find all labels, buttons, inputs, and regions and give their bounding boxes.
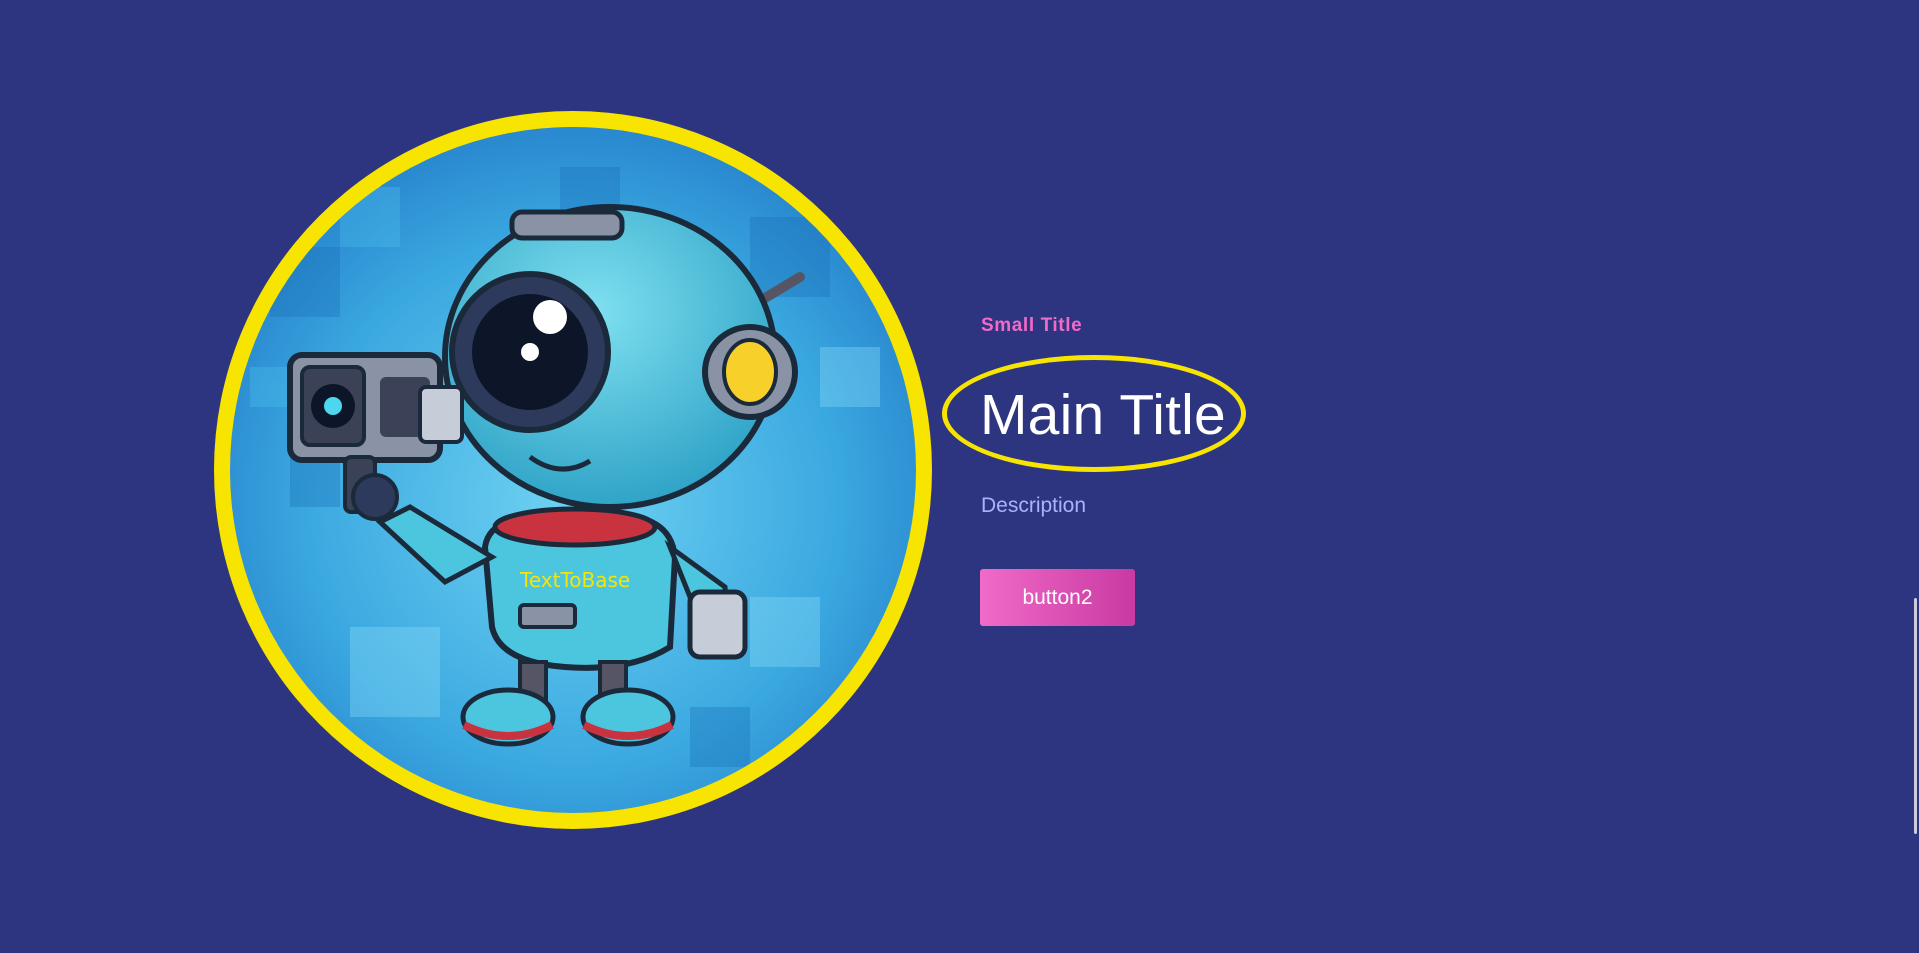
svg-text:TextToBase: TextToBase xyxy=(519,568,630,592)
description: Description xyxy=(981,494,1087,517)
vertical-scrollbar[interactable] xyxy=(1911,0,1919,953)
button2[interactable]: button2 xyxy=(980,569,1135,626)
page: TextToBase Small Title Main Title Descri… xyxy=(0,0,1919,953)
hero-image-frame: TextToBase xyxy=(214,111,932,829)
hero-image: TextToBase xyxy=(230,127,916,813)
small-title: Small Title xyxy=(981,315,1083,336)
robot-illustration: TextToBase xyxy=(230,127,916,813)
main-title: Main Title xyxy=(980,383,1226,447)
scrollbar-thumb[interactable] xyxy=(1914,598,1917,834)
